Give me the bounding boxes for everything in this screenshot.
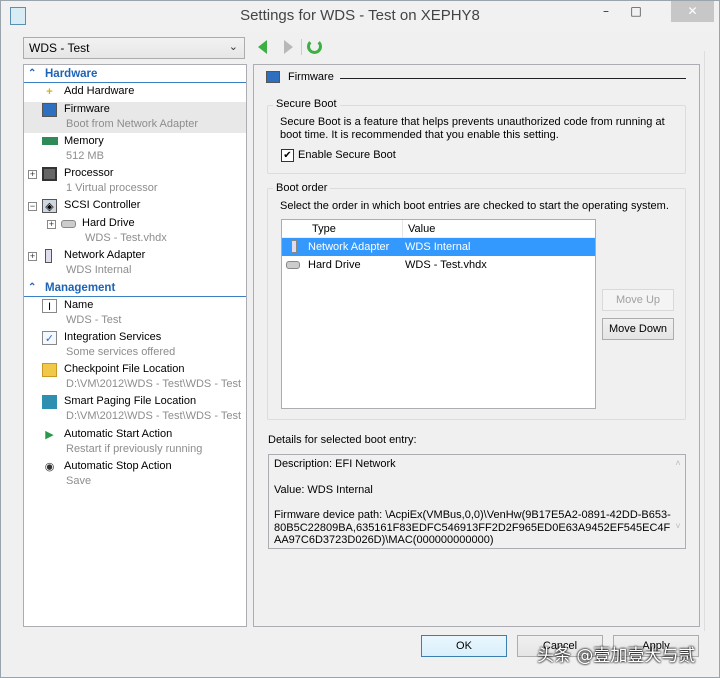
divider <box>301 39 302 55</box>
secure-boot-description: Secure Boot is a feature that helps prev… <box>280 116 665 141</box>
processor-icon <box>42 167 57 181</box>
scsi-controller-icon: ◈ <box>42 199 57 213</box>
tree-item-network-adapter[interactable]: + Network Adapter WDS Internal <box>24 249 246 280</box>
move-up-button[interactable]: Move Up <box>602 289 674 311</box>
network-adapter-icon <box>291 240 297 253</box>
enable-secure-boot-label[interactable]: Enable Secure Boot <box>298 149 396 161</box>
hard-drive-icon <box>61 220 76 228</box>
boot-entry-details[interactable]: Description: EFI Network Value: WDS Inte… <box>268 454 686 549</box>
memory-icon <box>42 137 58 145</box>
firmware-icon <box>42 103 57 117</box>
close-button[interactable]: ✕ <box>671 1 714 22</box>
ok-button[interactable]: OK <box>421 635 507 657</box>
folder-icon <box>42 363 57 377</box>
stop-action-icon: ◉ <box>44 461 55 473</box>
boot-order-instruction: Select the order in which boot entries a… <box>280 200 669 212</box>
tree-item-hard-drive[interactable]: + Hard Drive WDS - Test.vhdx <box>24 217 246 248</box>
expand-icon[interactable]: + <box>47 220 56 229</box>
secure-boot-title: Secure Boot <box>273 98 340 110</box>
column-divider <box>402 220 403 238</box>
boot-entry-row[interactable]: Network Adapter WDS Internal <box>282 238 595 256</box>
integration-services-icon: ✓ <box>42 331 57 345</box>
scrollbar[interactable]: ˄ ˅ <box>673 457 683 546</box>
settings-window: Settings for WDS - Test on XEPHY8 – □ ✕ … <box>0 0 720 678</box>
refresh-icon[interactable] <box>307 39 322 54</box>
tree-item-name[interactable]: I Name WDS - Test <box>24 299 246 330</box>
tree-item-checkpoint-file-location[interactable]: Checkpoint File Location D:\VM\2012\WDS … <box>24 363 246 394</box>
details-value: Value: WDS Internal <box>274 483 373 496</box>
expand-icon[interactable]: + <box>28 252 37 261</box>
tree-item-integration-services[interactable]: ✓ Integration Services Some services off… <box>24 331 246 362</box>
tree-item-processor[interactable]: + Processor 1 Virtual processor <box>24 167 246 198</box>
back-arrow-icon[interactable] <box>258 40 267 54</box>
watermark: 头条 @壹加壹大与贰 <box>537 646 696 666</box>
smart-paging-icon <box>42 395 57 409</box>
boot-order-title: Boot order <box>273 182 331 194</box>
add-hardware-icon: + <box>46 86 53 98</box>
tree-item-add-hardware[interactable]: + Add Hardware <box>24 85 246 101</box>
window-scrollbar[interactable] <box>704 51 712 631</box>
details-description: Description: EFI Network <box>274 458 396 470</box>
chevron-down-icon: ⌄ <box>228 41 238 53</box>
tree-item-smart-paging-file-location[interactable]: Smart Paging File Location D:\VM\2012\WD… <box>24 395 246 426</box>
collapse-icon: ⌃ <box>28 68 37 79</box>
expand-icon[interactable]: + <box>28 170 37 179</box>
details-label: Details for selected boot entry: <box>268 434 417 446</box>
column-headers: Type Value <box>282 220 595 238</box>
vm-selector-dropdown[interactable]: WDS - Test ⌄ <box>23 37 245 59</box>
details-path: Firmware device path: \AcpiEx(VMBus,0,0)… <box>274 509 671 546</box>
collapse-icon[interactable]: − <box>28 202 37 211</box>
column-header-type[interactable]: Type <box>312 220 336 238</box>
firmware-icon <box>266 71 280 83</box>
enable-secure-boot-checkbox[interactable]: ✔ <box>281 149 294 162</box>
boot-entry-row[interactable]: Hard Drive WDS - Test.vhdx <box>282 256 595 274</box>
hardware-header[interactable]: ⌃ Hardware <box>24 67 246 83</box>
tree-item-firmware[interactable]: Firmware Boot from Network Adapter <box>24 102 246 133</box>
vm-selector-value: WDS - Test <box>29 41 90 55</box>
network-adapter-icon <box>45 249 52 263</box>
column-header-value[interactable]: Value <box>408 220 435 238</box>
hard-drive-icon <box>286 261 300 269</box>
start-action-icon: ▶ <box>45 429 54 441</box>
tree-item-scsi-controller[interactable]: − ◈ SCSI Controller <box>24 199 246 215</box>
minimize-button[interactable]: – <box>591 1 621 22</box>
management-header[interactable]: ⌃ Management <box>24 281 246 297</box>
title-bar: Settings for WDS - Test on XEPHY8 – □ ✕ <box>1 1 719 32</box>
settings-tree: ⌃ Hardware + Add Hardware Firmware Boot … <box>23 64 247 627</box>
move-down-button[interactable]: Move Down <box>602 318 674 340</box>
section-title: Firmware <box>288 71 334 83</box>
boot-order-list[interactable]: Type Value Network Adapter WDS Internal … <box>281 219 596 409</box>
tree-item-automatic-stop-action[interactable]: ◉ Automatic Stop Action Save <box>24 460 246 491</box>
forward-arrow-icon[interactable] <box>284 40 293 54</box>
name-icon: I <box>42 299 57 313</box>
tree-item-automatic-start-action[interactable]: ▶ Automatic Start Action Restart if prev… <box>24 428 246 459</box>
collapse-icon: ⌃ <box>28 282 37 293</box>
tree-item-memory[interactable]: Memory 512 MB <box>24 135 246 166</box>
maximize-button[interactable]: □ <box>621 1 651 22</box>
section-rule <box>340 78 686 79</box>
